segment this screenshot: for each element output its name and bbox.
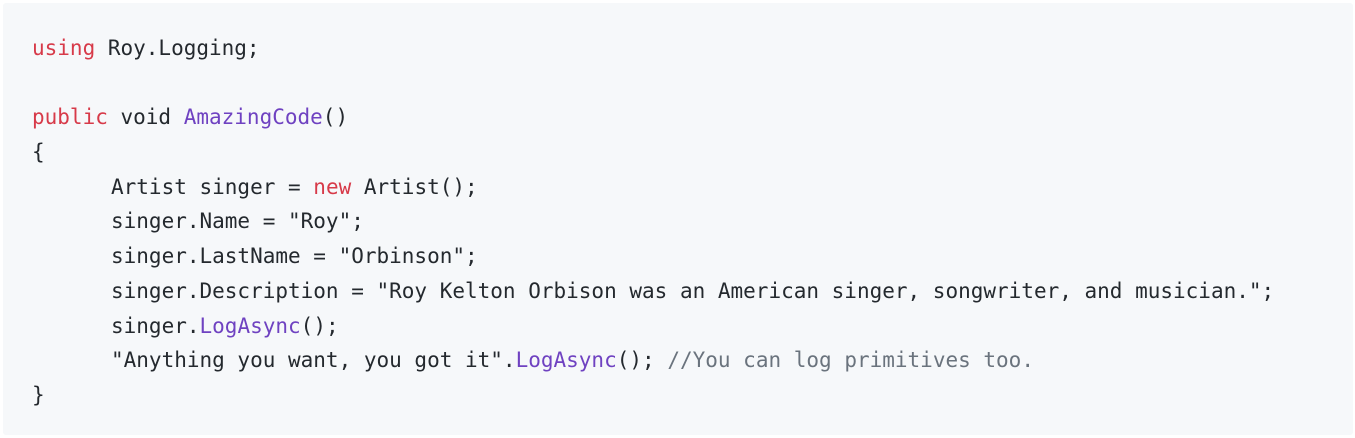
keyword-token: using [32, 36, 96, 60]
code-text: (); [300, 313, 339, 338]
code-text: singer. [111, 313, 200, 338]
code-line-10: "Anything you want, you got it".LogAsync… [32, 343, 1353, 378]
code-text: void [107, 105, 184, 130]
function-name-token: LogAsync [515, 348, 617, 373]
function-name-token: AmazingCode [183, 105, 323, 130]
code-line-7: singer.LastName = "Orbinson"; [32, 239, 1353, 274]
code-text: singer.Name = "Roy"; [111, 209, 364, 234]
code-line-1: using Roy.Logging; [32, 31, 1353, 66]
code-text: Roy.Logging; [95, 36, 260, 60]
code-text: singer.LastName = "Orbinson"; [111, 244, 478, 269]
code-text: (); [616, 348, 668, 373]
code-text: () [322, 105, 349, 130]
code-line-3: public void AmazingCode() [32, 100, 1353, 135]
open-brace: { [32, 140, 45, 165]
keyword-token: new [313, 174, 352, 199]
code-line-6: singer.Name = "Roy"; [32, 204, 1353, 239]
keyword-token: public [32, 105, 108, 130]
code-text: "Anything you want, you got it". [111, 348, 516, 373]
code-line-8: singer.Description = "Roy Kelton Orbison… [32, 274, 1353, 309]
code-text: Artist singer = [111, 174, 314, 199]
close-brace: } [32, 382, 45, 407]
code-line-5: Artist singer = new Artist(); [32, 170, 1353, 205]
code-line-4: { [32, 135, 1353, 170]
code-block: using Roy.Logging; public void AmazingCo… [3, 3, 1353, 435]
code-line-2-blank [32, 66, 1353, 101]
comment-token: //You can log primitives too. [667, 348, 1034, 373]
code-text: singer.Description = "Roy Kelton Orbison… [111, 278, 1275, 303]
function-name-token: LogAsync [199, 313, 301, 338]
code-line-9: singer.LogAsync(); [32, 309, 1353, 344]
code-line-11: } [32, 378, 1353, 413]
code-text: Artist(); [351, 174, 478, 199]
